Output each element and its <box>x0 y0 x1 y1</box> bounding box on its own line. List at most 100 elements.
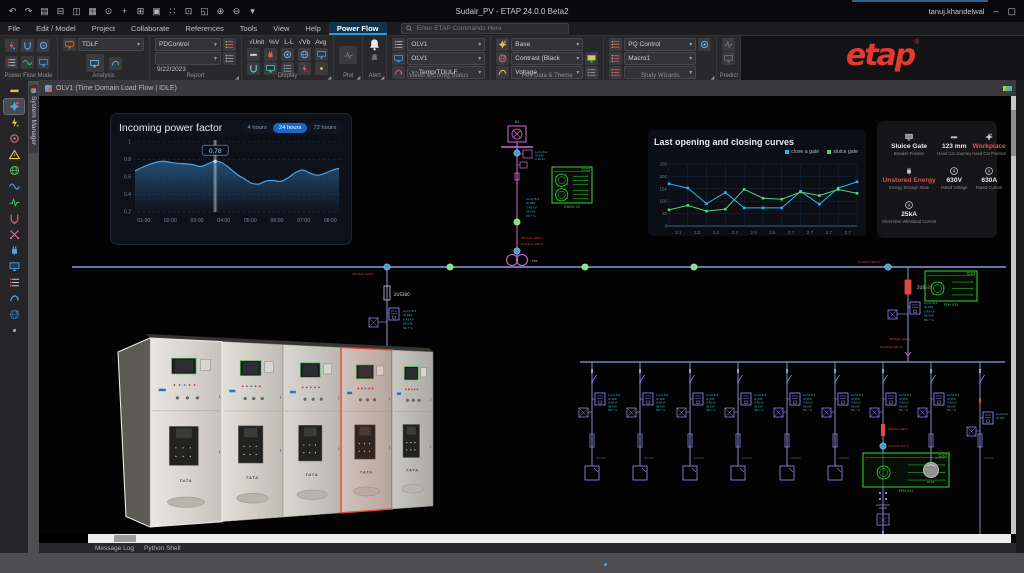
pf-range-tab-72-hours[interactable]: 72 hours <box>307 123 342 133</box>
redo-icon[interactable]: ↷ <box>22 5 35 18</box>
sld-feeder[interactable]: US340 <box>633 362 654 480</box>
wizard-dropdown-2[interactable]: Macro1▾ <box>624 52 696 65</box>
rubber-band-tool-icon[interactable] <box>4 83 24 98</box>
oneline-canvas[interactable]: U1Lump B-2ID 0940.48 kVLump B-2ID 0940.4… <box>39 96 1016 534</box>
overlay-icon[interactable]: ▣ <box>150 5 163 18</box>
menu-item-tools[interactable]: Tools <box>232 22 266 35</box>
status-tab-python-shell[interactable]: Python Shell <box>144 545 181 552</box>
cable-pulling-mode-icon[interactable] <box>4 227 24 242</box>
time-domain-lf-icon[interactable] <box>37 39 50 52</box>
dc-load-flow-mode-icon[interactable] <box>4 243 24 258</box>
flow-result-icon[interactable] <box>264 48 277 61</box>
short-circuit-mode-icon[interactable] <box>4 131 24 146</box>
arc-flash-mode-icon[interactable] <box>4 147 24 162</box>
ac-dc-lf-icon[interactable] <box>5 56 18 69</box>
theme-dropdown[interactable]: Contrast (Black▾ <box>511 52 583 65</box>
color-wheel-icon[interactable] <box>496 52 509 65</box>
select-edit-tool-icon[interactable] <box>4 99 24 114</box>
motor-acceleration-mode-icon[interactable] <box>4 163 24 178</box>
display-options-icon[interactable] <box>315 48 328 61</box>
menu-item-power-flow[interactable]: Power Flow <box>329 22 387 35</box>
ground-grid-mode-icon[interactable] <box>4 307 24 322</box>
switchgear-cabinet[interactable]: TATA <box>341 347 392 512</box>
rev-data-dropdown[interactable]: Base▾ <box>511 38 583 51</box>
menu-item-project[interactable]: Project <box>84 22 123 35</box>
diagram-tab[interactable]: OLV1 (Time Domain Load Flow | IDLE) <box>39 80 1016 96</box>
sld-feeder[interactable]: US340 <box>585 362 606 480</box>
menu-item-file[interactable]: File <box>0 22 28 35</box>
display-toggle[interactable]: L-L <box>284 39 293 46</box>
switchgear-cabinet[interactable]: TATA <box>392 350 433 509</box>
sld-feeder[interactable]: US340 <box>683 362 704 480</box>
report-viewer-icon[interactable] <box>223 38 236 51</box>
more-icon[interactable]: ▾ <box>246 5 259 18</box>
transient-stability-mode-icon[interactable] <box>4 195 24 210</box>
plot-icon[interactable] <box>339 46 357 64</box>
harmonic-mode-icon[interactable] <box>4 179 24 194</box>
rainbow-theme-icon[interactable] <box>585 52 598 65</box>
report-manager-icon[interactable] <box>4 275 24 290</box>
sld-feeder[interactable]: US340 <box>976 362 994 534</box>
presentation-dropdown[interactable]: OLV1▾ <box>407 38 485 51</box>
sld-feeder[interactable]: US340 <box>828 362 849 480</box>
pf-range-tab-24-hours[interactable]: 24 hours <box>273 123 308 133</box>
view-dropdown[interactable]: OLV1▾ <box>407 52 485 65</box>
menu-item-edit-model[interactable]: Edit / Model <box>28 22 84 35</box>
voltage-result-icon[interactable] <box>281 48 294 61</box>
single-phase-lf-icon[interactable] <box>21 39 34 52</box>
restore-button[interactable]: ▢ <box>1007 6 1016 17</box>
find-icon[interactable]: ⊙ <box>102 5 115 18</box>
system-manager-tab[interactable]: System Manager <box>28 84 39 154</box>
wizard-target-icon[interactable] <box>698 38 711 51</box>
switchgear-cabinet[interactable]: TATA <box>150 338 222 527</box>
voltage-drop-icon[interactable] <box>21 56 34 69</box>
report-format-dropdown[interactable]: ▾ <box>155 52 221 65</box>
presentation-icon[interactable] <box>392 38 405 51</box>
load-flow-mode-icon[interactable] <box>4 115 24 130</box>
horizontal-scrollbar-thumb[interactable] <box>114 535 136 542</box>
mw-mvar-icon[interactable] <box>247 48 260 61</box>
display-toggle[interactable]: %V <box>269 39 279 46</box>
sld-feeder[interactable]: US340 <box>731 362 752 480</box>
import-icon[interactable]: ▦ <box>86 5 99 18</box>
fit-icon[interactable]: ◱ <box>198 5 211 18</box>
study-case-icon[interactable] <box>63 38 76 51</box>
eye-display-icon[interactable] <box>298 48 311 61</box>
switchgear-3d-view[interactable]: TATATATATATATATATATA <box>118 334 433 527</box>
run-study-icon[interactable] <box>109 57 122 70</box>
open-icon[interactable]: ◫ <box>70 5 83 18</box>
display-toggle[interactable]: √Unit <box>249 39 264 46</box>
panel-systems-mode-icon[interactable] <box>4 259 24 274</box>
rev-data-icon[interactable] <box>496 38 509 51</box>
wizard-stack-icon[interactable] <box>609 52 622 65</box>
predict-panel-icon[interactable] <box>722 52 735 65</box>
menu-item-help[interactable]: Help <box>297 22 328 35</box>
predict-trend-icon[interactable] <box>722 38 735 51</box>
switchgear-cabinet[interactable]: TATA <box>283 345 341 518</box>
minimize-button[interactable]: – <box>993 6 998 16</box>
frequency-scan-mode-icon[interactable] <box>4 291 24 306</box>
grid-icon[interactable]: ⊞ <box>134 5 147 18</box>
calculator-icon[interactable] <box>86 54 104 72</box>
alert-muted-bell-icon[interactable] <box>370 53 379 63</box>
menu-item-collaborate[interactable]: Collaborate <box>123 22 177 35</box>
zoom-in-icon[interactable]: ⊕ <box>214 5 227 18</box>
pin-icon[interactable]: ∷ <box>166 5 179 18</box>
sld-feeder[interactable]: US340 <box>780 362 801 480</box>
study-case-dropdown[interactable]: TDLF▾ <box>78 38 144 51</box>
pf-range-tab-4-hours[interactable]: 4 hours <box>242 123 273 133</box>
alert-bell-icon[interactable] <box>368 38 381 52</box>
save-icon[interactable]: ▤ <box>38 5 51 18</box>
unbalanced-lf-icon[interactable] <box>5 39 18 52</box>
display-toggle[interactable]: Avg <box>315 39 326 46</box>
relay-meter-box[interactable]: SWGR 03 <box>552 167 592 209</box>
view-icon[interactable] <box>392 52 405 65</box>
report-dropdown[interactable]: PDControl▾ <box>155 38 221 51</box>
protective-device-mode-icon[interactable] <box>4 211 24 226</box>
wizard-dropdown-1[interactable]: PQ Control▾ <box>624 38 696 51</box>
menu-item-view[interactable]: View <box>265 22 297 35</box>
display-toggle[interactable]: √Vb <box>299 39 311 46</box>
pan-icon[interactable]: + <box>118 5 131 18</box>
command-search[interactable] <box>401 23 569 34</box>
status-tab-message-log[interactable]: Message Log <box>95 545 134 552</box>
